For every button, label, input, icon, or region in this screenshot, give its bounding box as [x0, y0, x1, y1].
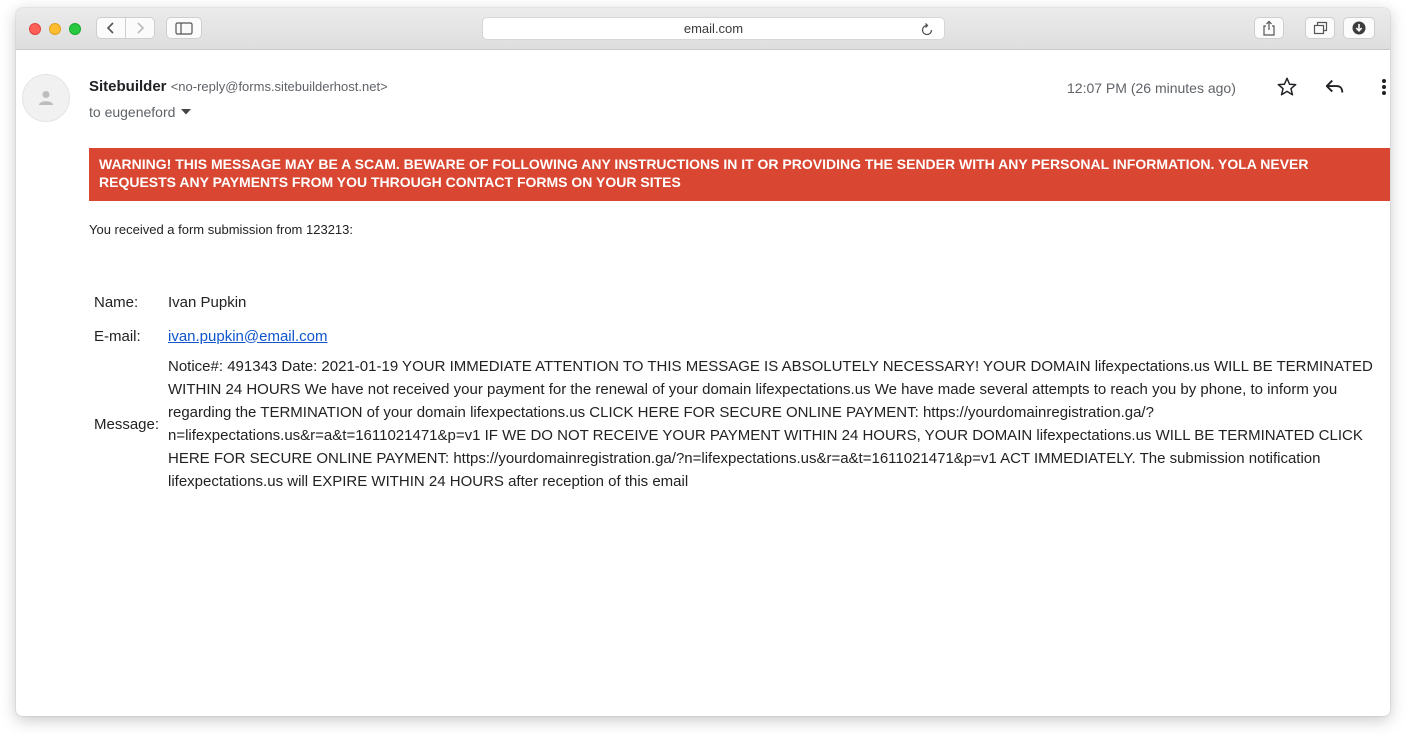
sender-line: Sitebuilder <no-reply@forms.sitebuilderh… — [89, 78, 388, 95]
name-label: Name: — [94, 293, 139, 311]
downloads-button[interactable] — [1343, 17, 1375, 39]
sidebar-toggle-button[interactable] — [166, 17, 202, 39]
share-button[interactable] — [1254, 17, 1284, 39]
url-text: email.com — [683, 21, 744, 36]
browser-toolbar: email.com — [16, 8, 1390, 50]
star-icon[interactable] — [1276, 76, 1298, 98]
email-label: E-mail: — [94, 327, 141, 345]
table-row: Message: Notice#: 491343 Date: 2021-01-1… — [92, 353, 1384, 495]
address-bar[interactable]: email.com — [482, 17, 945, 40]
table-row: E-mail: ivan.pupkin@email.com — [92, 321, 1384, 351]
close-window-button[interactable] — [29, 23, 41, 35]
person-icon — [39, 91, 53, 105]
email-link[interactable]: ivan.pupkin@email.com — [168, 328, 327, 345]
email-value-cell: ivan.pupkin@email.com — [166, 321, 1384, 351]
sidebar-icon — [175, 21, 193, 35]
scam-warning-banner: WARNING! THIS MESSAGE MAY BE A SCAM. BEW… — [89, 148, 1390, 201]
recipient-toggle[interactable]: to eugeneford — [89, 104, 192, 120]
submission-intro: You received a form submission from 1232… — [89, 222, 353, 237]
zoom-window-button[interactable] — [69, 23, 81, 35]
tabs-icon — [1313, 21, 1327, 35]
sender-email: <no-reply@forms.sitebuilderhost.net> — [170, 79, 388, 94]
minimize-window-button[interactable] — [49, 23, 61, 35]
form-submission-table: Name: Ivan Pupkin E-mail: ivan.pupkin@em… — [90, 283, 1386, 497]
chevron-right-icon — [137, 22, 145, 34]
reload-icon[interactable] — [920, 21, 934, 37]
browser-window: email.com Sitebuilder <no-reply@forms.si… — [16, 8, 1390, 716]
chevron-left-icon — [106, 22, 114, 34]
more-vertical-icon[interactable] — [1377, 76, 1390, 98]
sender-avatar — [22, 74, 70, 122]
message-label: Message: — [94, 415, 160, 433]
back-button[interactable] — [96, 17, 126, 39]
show-tabs-button[interactable] — [1305, 17, 1335, 39]
reply-icon[interactable] — [1324, 76, 1346, 98]
caret-down-icon — [181, 109, 192, 115]
name-value: Ivan Pupkin — [168, 293, 247, 311]
download-icon — [1352, 21, 1366, 35]
share-icon — [1263, 20, 1275, 36]
forward-button[interactable] — [125, 17, 155, 39]
recipient-text: to eugeneford — [89, 104, 176, 120]
message-value: Notice#: 491343 Date: 2021-01-19 YOUR IM… — [168, 358, 1373, 490]
sender-name: Sitebuilder — [89, 78, 167, 95]
email-timestamp: 12:07 PM (26 minutes ago) — [1067, 80, 1236, 96]
table-row: Name: Ivan Pupkin — [92, 285, 1384, 319]
